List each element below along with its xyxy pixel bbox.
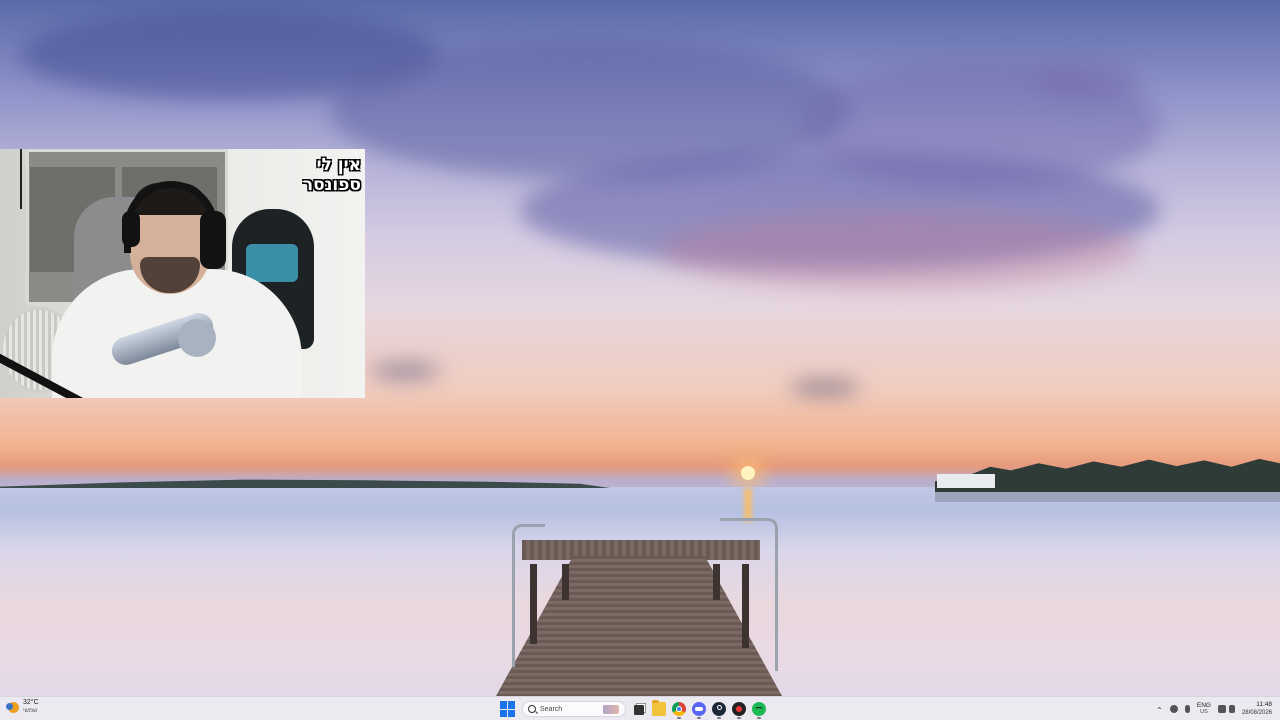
system-tray: ⌄ ENG US 11:48 28/08/2026	[1156, 698, 1272, 720]
network-icon	[1217, 705, 1226, 713]
app-icon[interactable]	[732, 702, 746, 719]
security-icon[interactable]	[1169, 705, 1178, 713]
language-code: ENG	[1196, 702, 1211, 709]
task-view-icon[interactable]	[632, 702, 646, 716]
chrome-icon[interactable]	[672, 702, 686, 719]
search-icon	[528, 705, 536, 713]
weather-description: שמשי	[23, 708, 38, 714]
webcam-caption: אין לי ספונסר	[271, 155, 361, 195]
webcam-caption-line1: אין לי	[316, 155, 361, 175]
show-hidden-icons-chevron-icon[interactable]: ⌄	[1156, 705, 1163, 714]
taskbar-search-box[interactable]: Search	[522, 701, 626, 717]
webcam-chair-accent	[246, 244, 298, 282]
shore-building	[937, 474, 995, 488]
headphone-cup-left	[122, 211, 140, 247]
clock-time: 11:48	[1256, 701, 1272, 708]
shore-reflection	[935, 492, 1280, 502]
keyboard-layout: US	[1200, 709, 1208, 715]
microphone-icon[interactable]	[1184, 705, 1190, 713]
pier-ladder-left	[512, 524, 545, 667]
clock[interactable]: 11:48 28/08/2026	[1242, 701, 1272, 717]
windows-start-icon[interactable]	[500, 701, 516, 717]
pier-ladder-right	[720, 518, 778, 671]
taskbar-center-apps: Search	[500, 699, 766, 719]
quick-settings[interactable]	[1217, 705, 1235, 713]
weather-widget[interactable]: 32°C שמשי	[6, 699, 39, 715]
clock-date: 28/08/2026	[1241, 710, 1272, 716]
webcam-shelf	[0, 149, 22, 209]
taskbar: 32°C שמשי Search ⌄ ENG US 11:48 28/08/20…	[0, 696, 1280, 720]
webcam-overlay: אין לי ספונסר	[0, 149, 365, 398]
language-indicator[interactable]: ENG US	[1197, 702, 1211, 716]
microphone-head	[178, 319, 216, 357]
weather-temperature: 32°C	[23, 699, 39, 706]
pier-post	[713, 564, 720, 600]
search-placeholder: Search	[540, 705, 563, 713]
spotify-icon[interactable]	[752, 702, 766, 719]
pier-post	[562, 564, 569, 600]
folder-icon[interactable]	[652, 700, 666, 716]
webcam-caption-line2: ספונסר	[302, 175, 361, 195]
steam-icon[interactable]	[712, 702, 726, 719]
sun	[741, 466, 755, 480]
volume-icon	[1228, 705, 1235, 713]
sun-cloud-icon	[6, 701, 19, 713]
search-highlight-image	[603, 705, 619, 714]
headphone-cup-right	[200, 211, 226, 269]
sun-reflection	[744, 488, 752, 522]
discord-icon[interactable]	[692, 702, 706, 719]
